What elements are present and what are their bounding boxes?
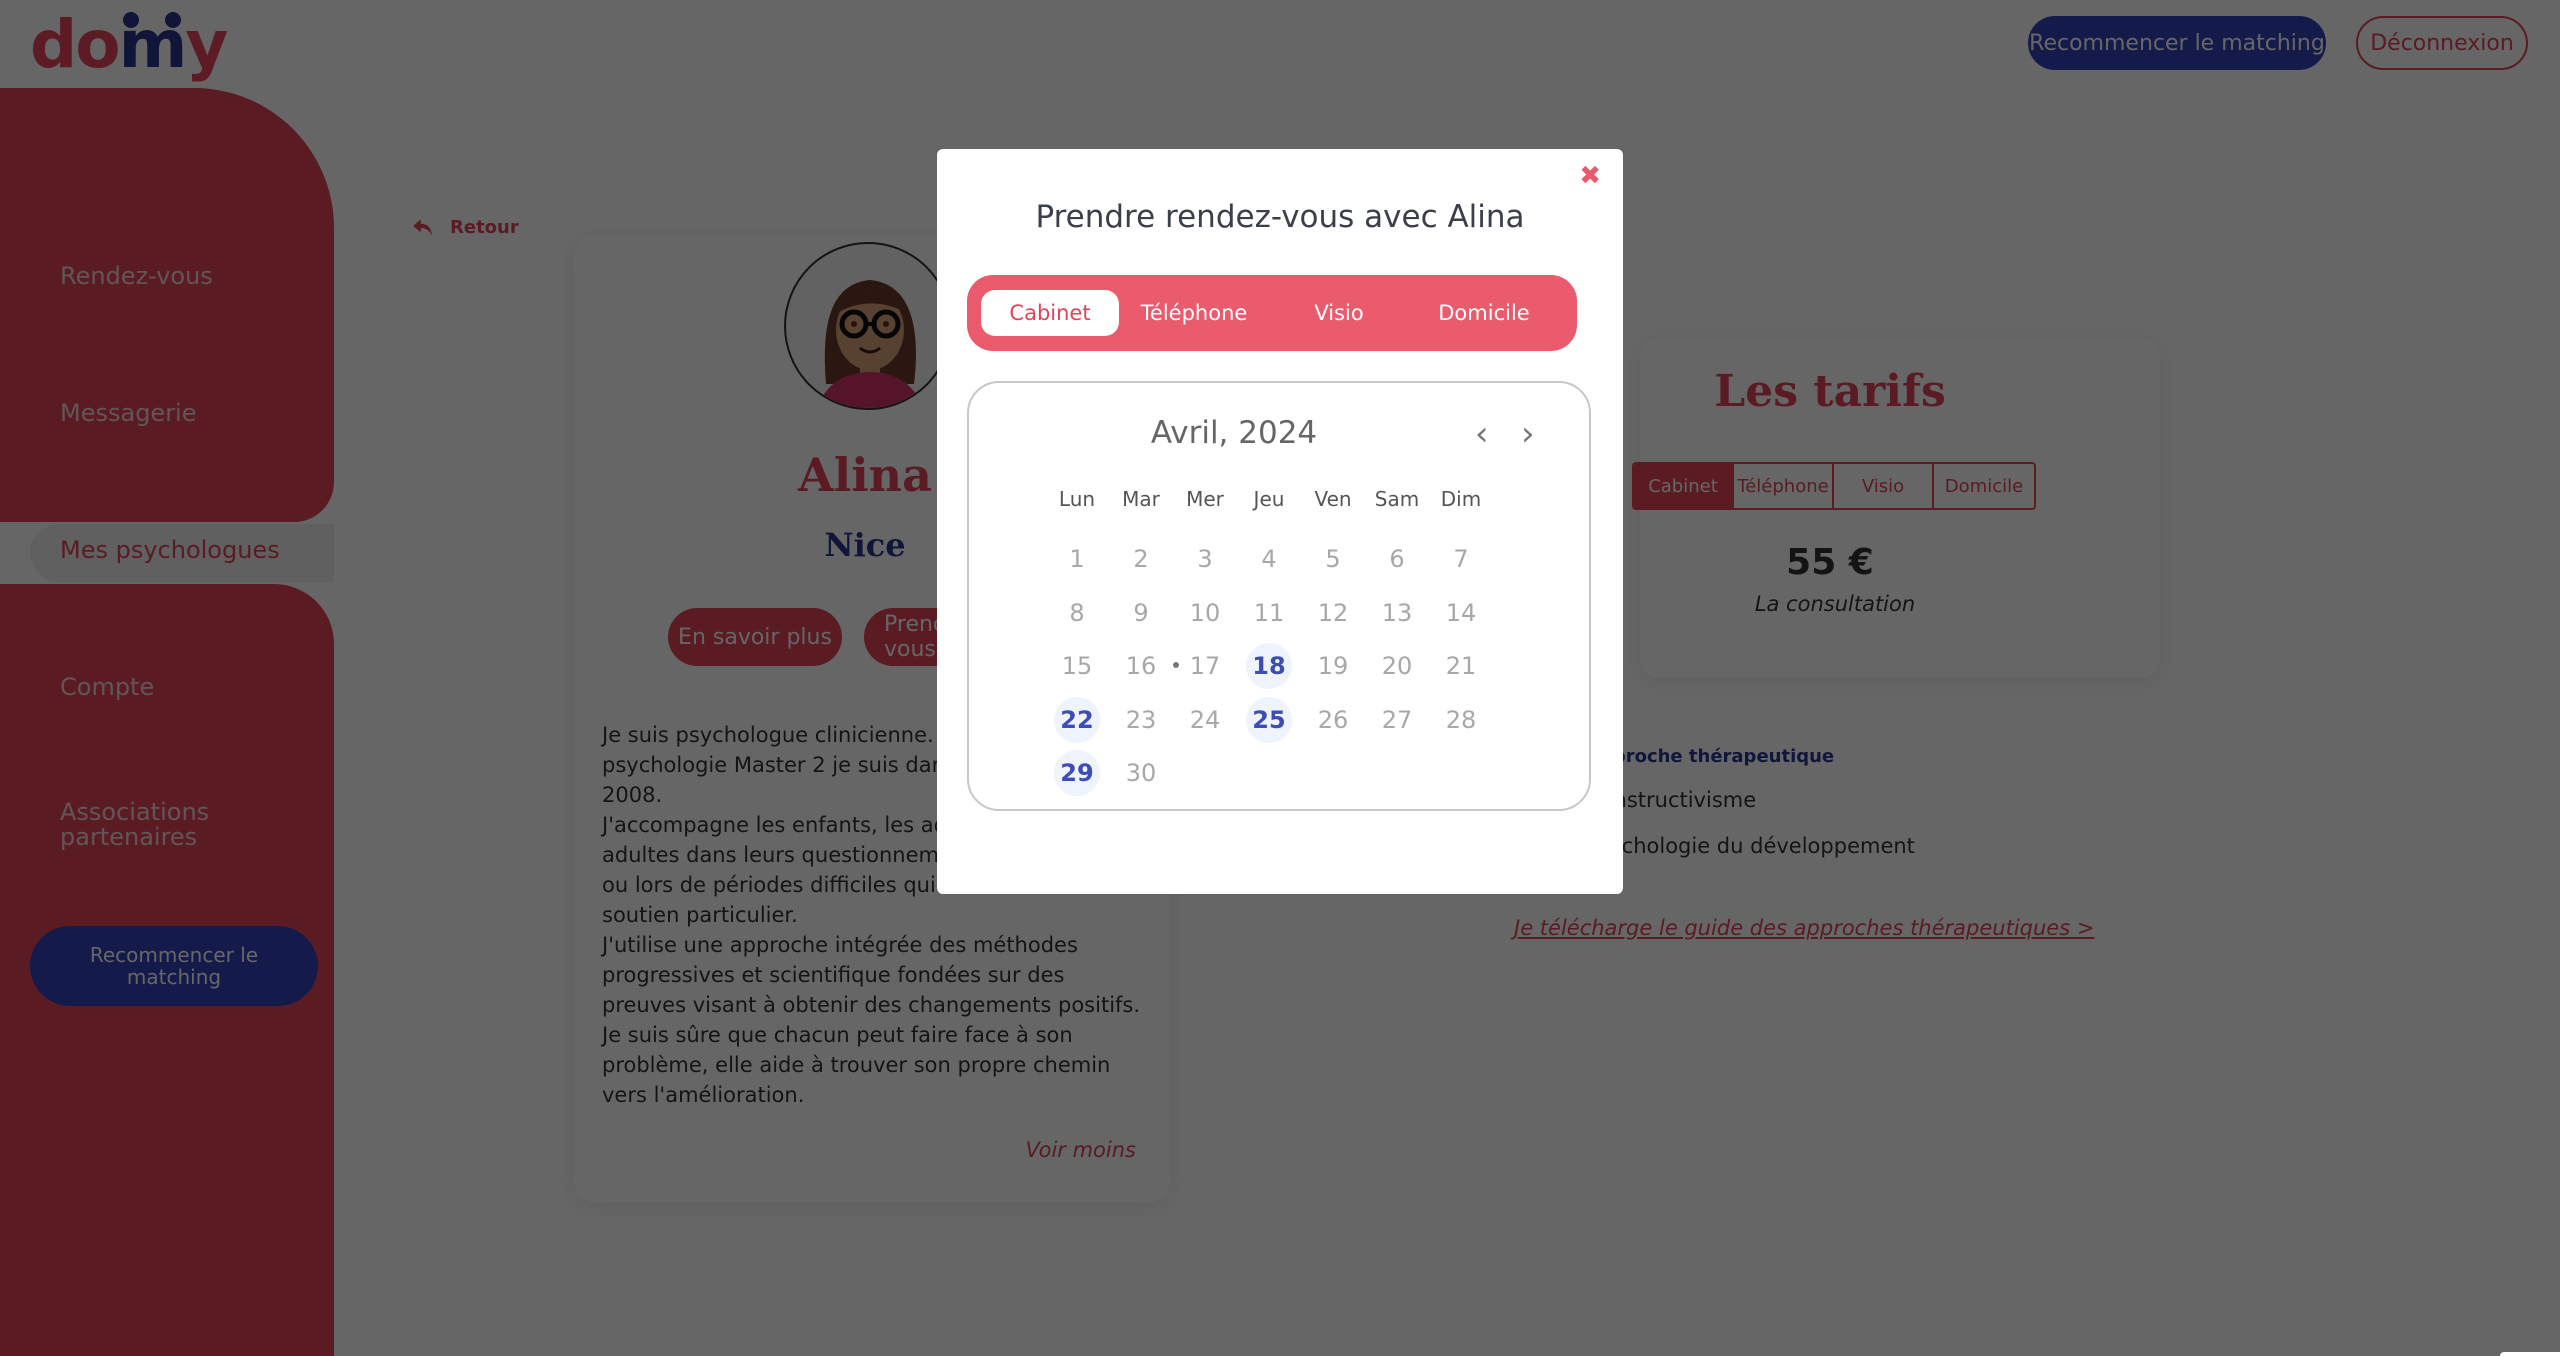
calendar-day-available[interactable]: 25	[1237, 693, 1301, 747]
day-number: 21	[1445, 652, 1477, 681]
calendar-day: 24	[1173, 693, 1237, 747]
calendar-day-available[interactable]: 29	[1045, 747, 1109, 801]
booking-modal: ✖ Prendre rendez-vous avec Alina Cabinet…	[937, 149, 1623, 894]
calendar-day: 13	[1365, 586, 1429, 640]
day-number: 13	[1381, 598, 1413, 627]
calendar-month-label: Avril, 2024	[1150, 415, 1318, 451]
calendar-day: 1	[1045, 533, 1109, 587]
calendar-day: 20	[1365, 640, 1429, 694]
calendar-day: 5	[1301, 533, 1365, 587]
consultation-mode-tabs: Cabinet Téléphone Visio Domicile	[967, 275, 1577, 351]
page-corner	[2500, 1352, 2560, 1356]
day-number: 29	[1054, 750, 1100, 797]
calendar-day: 14	[1429, 586, 1493, 640]
day-number: 19	[1317, 652, 1349, 681]
day-number: 4	[1261, 545, 1277, 574]
calendar-day: 4	[1237, 533, 1301, 587]
day-number: 5	[1325, 545, 1341, 574]
day-number: 11	[1253, 598, 1285, 627]
day-number: 28	[1445, 705, 1477, 734]
weekday-header: Lun	[1058, 487, 1096, 511]
calendar-day: 21	[1429, 640, 1493, 694]
calendar-day: 11	[1237, 586, 1301, 640]
calendar-grid: Lun Mar Mer Jeu Ven Sam Dim 1 2 3 4 5 6 7 8 9 10 11 12 13 14…	[1045, 479, 1493, 800]
weekday-header: Mer	[1186, 487, 1224, 511]
day-number: 18	[1246, 643, 1292, 690]
weekday-header: Jeu	[1253, 487, 1285, 511]
weekday-header: Ven	[1314, 487, 1352, 511]
day-number: 12	[1317, 598, 1349, 627]
calendar-day: 2	[1109, 533, 1173, 587]
close-icon[interactable]: ✖	[1579, 161, 1601, 191]
day-number: 25	[1246, 696, 1292, 743]
day-number: 17	[1189, 652, 1221, 681]
tab-visio[interactable]: Visio	[1269, 290, 1409, 336]
calendar-day: 28	[1429, 693, 1493, 747]
weekday-header: Sam	[1374, 487, 1420, 511]
modal-title: Prendre rendez-vous avec Alina	[1035, 199, 1525, 235]
day-number: 27	[1381, 705, 1413, 734]
day-number: 23	[1125, 705, 1157, 734]
calendar-day: 6	[1365, 533, 1429, 587]
calendar-day-available[interactable]: 22	[1045, 693, 1109, 747]
day-number: 10	[1189, 598, 1221, 627]
calendar: Avril, 2024 ‹ › Lun Mar Mer Jeu Ven Sam Dim 1 2 3…	[967, 381, 1591, 811]
calendar-day: 23	[1109, 693, 1173, 747]
calendar-day: 19	[1301, 640, 1365, 694]
day-number: 6	[1389, 545, 1405, 574]
day-number: 15	[1061, 652, 1093, 681]
calendar-day: 12	[1301, 586, 1365, 640]
tab-domicile[interactable]: Domicile	[1409, 290, 1559, 336]
day-number: 9	[1133, 598, 1149, 627]
day-number: 7	[1453, 545, 1469, 574]
calendar-day: 26	[1301, 693, 1365, 747]
day-number: 26	[1317, 705, 1349, 734]
day-number: 16	[1125, 652, 1157, 681]
tab-cabinet[interactable]: Cabinet	[981, 290, 1119, 336]
chevron-left-icon[interactable]: ‹	[1475, 417, 1489, 451]
calendar-day: 7	[1429, 533, 1493, 587]
tab-telephone[interactable]: Téléphone	[1119, 290, 1269, 336]
day-number: 8	[1069, 598, 1085, 627]
day-number: 3	[1197, 545, 1213, 574]
day-number: 1	[1069, 545, 1085, 574]
weekday-header: Mar	[1122, 487, 1160, 511]
calendar-day: 16	[1109, 640, 1173, 694]
day-number: 14	[1445, 598, 1477, 627]
weekday-header: Dim	[1440, 487, 1482, 511]
calendar-day: 15	[1045, 640, 1109, 694]
calendar-day: 30	[1109, 747, 1173, 801]
day-number: 20	[1381, 652, 1413, 681]
calendar-day: 3	[1173, 533, 1237, 587]
calendar-day: 9	[1109, 586, 1173, 640]
chevron-right-icon[interactable]: ›	[1521, 417, 1535, 451]
calendar-day: 8	[1045, 586, 1109, 640]
day-number: 22	[1054, 696, 1100, 743]
day-number: 30	[1125, 759, 1157, 788]
calendar-day: 27	[1365, 693, 1429, 747]
calendar-day-today: 17	[1173, 640, 1237, 694]
day-number: 2	[1133, 545, 1149, 574]
calendar-day: 10	[1173, 586, 1237, 640]
calendar-day-available[interactable]: 18	[1237, 640, 1301, 694]
day-number: 24	[1189, 705, 1221, 734]
